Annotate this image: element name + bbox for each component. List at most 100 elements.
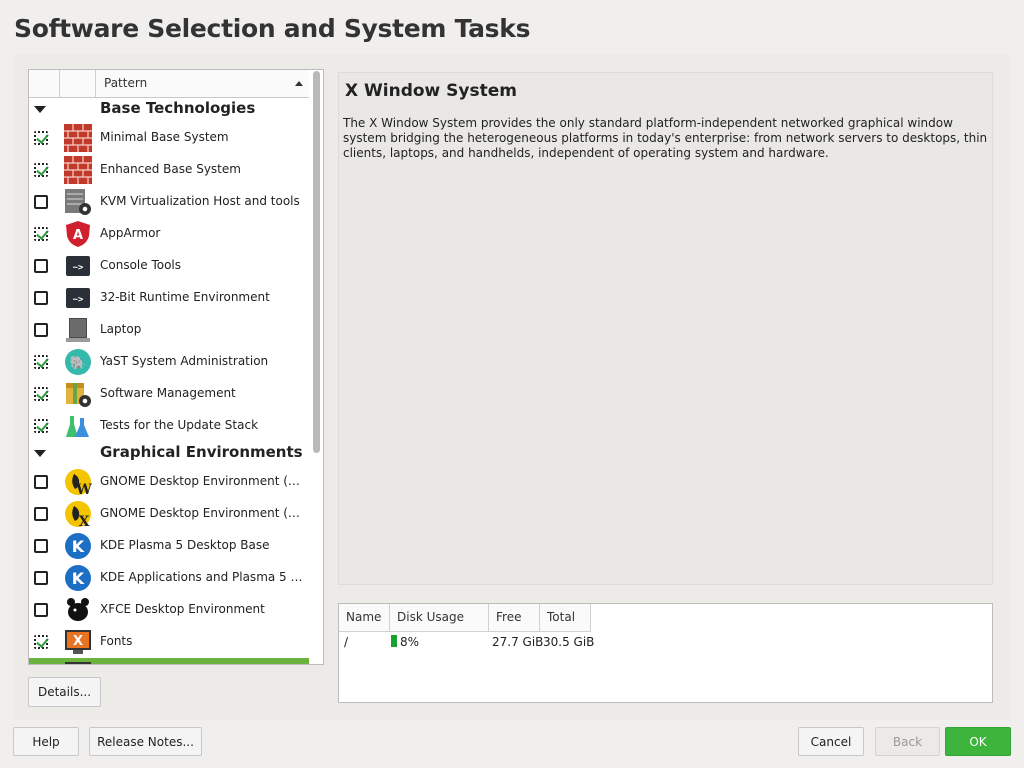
- pattern-label: GNOME Desktop Environment (Wayland): [100, 474, 306, 488]
- pattern-column-header[interactable]: Pattern: [96, 70, 309, 97]
- pattern-checkbox[interactable]: [34, 291, 48, 305]
- pattern-rows: Base Technologies Minimal Base System Enha…: [29, 98, 309, 664]
- release-notes-button[interactable]: Release Notes...: [89, 727, 202, 756]
- svg-text:W: W: [75, 482, 92, 496]
- flasks-icon: [64, 412, 92, 440]
- pattern-row-minimal-base-system[interactable]: Minimal Base System: [29, 122, 309, 154]
- pattern-row-fonts[interactable]: X Fonts: [29, 626, 309, 658]
- pattern-row-yast-system-administration[interactable]: 🐘 YaST System Administration: [29, 346, 309, 378]
- svg-text:A: A: [73, 228, 83, 243]
- pattern-checkbox[interactable]: [34, 419, 48, 433]
- pattern-row-gnome-desktop-environment-x11[interactable]: X GNOME Desktop Environment (X11): [29, 498, 309, 530]
- terminal-icon: ~>: [64, 252, 92, 280]
- help-button[interactable]: Help: [13, 727, 79, 756]
- xfce-mouse-icon: [64, 596, 92, 624]
- pattern-row-kde-plasma-5-desktop-base[interactable]: K KDE Plasma 5 Desktop Base: [29, 530, 309, 562]
- pattern-column-label: Pattern: [104, 76, 148, 90]
- kde-icon: K: [64, 532, 92, 560]
- scrollbar-thumb[interactable]: [313, 71, 320, 453]
- page-title: Software Selection and System Tasks: [14, 14, 531, 43]
- disk-usage-bar: [391, 635, 397, 647]
- kde-icon: K: [64, 564, 92, 592]
- collapse-arrow-icon[interactable]: [34, 450, 46, 457]
- pattern-row-software-management[interactable]: Software Management: [29, 378, 309, 410]
- pattern-row-x-window-system[interactable]: XX Window System: [29, 658, 309, 664]
- brick-wall-icon: [64, 156, 92, 184]
- terminal-icon: ~>: [64, 284, 92, 312]
- pattern-checkbox[interactable]: [34, 259, 48, 273]
- description-text: The X Window System provides the only st…: [343, 116, 988, 160]
- pattern-label: Tests for the Update Stack: [100, 418, 259, 432]
- pattern-label: AppArmor: [100, 226, 161, 240]
- pattern-label: KVM Virtualization Host and tools: [100, 194, 300, 208]
- fonts-monitor-icon: X: [64, 628, 92, 656]
- pattern-row-kvm-virtualization-host-and-tools[interactable]: KVM Virtualization Host and tools: [29, 186, 309, 218]
- pattern-label: Fonts: [100, 634, 133, 648]
- group-graphical-environments[interactable]: Graphical Environments: [29, 442, 309, 466]
- ok-button[interactable]: OK: [945, 727, 1011, 756]
- icon-column-header[interactable]: [60, 70, 96, 97]
- pattern-checkbox[interactable]: [34, 571, 48, 585]
- pattern-checkbox[interactable]: [34, 131, 48, 145]
- list-header: Pattern: [29, 70, 309, 98]
- pattern-row-32-bit-runtime-environment[interactable]: ~> 32-Bit Runtime Environment: [29, 282, 309, 314]
- pattern-checkbox[interactable]: [34, 475, 48, 489]
- checkbox-column-header[interactable]: [29, 70, 60, 97]
- collapse-arrow-icon[interactable]: [34, 106, 46, 113]
- disk-row-name: /: [344, 635, 349, 649]
- group-label: Graphical Environments: [100, 443, 303, 461]
- pattern-checkbox[interactable]: [34, 539, 48, 553]
- pattern-row-tests-for-the-update-stack[interactable]: Tests for the Update Stack: [29, 410, 309, 442]
- group-label: Base Technologies: [100, 99, 256, 117]
- pattern-checkbox[interactable]: [34, 227, 48, 241]
- pattern-label: YaST System Administration: [100, 354, 269, 368]
- svg-text:K: K: [72, 537, 85, 556]
- pattern-checkbox[interactable]: [34, 635, 48, 649]
- disk-header-total[interactable]: Total: [540, 604, 591, 632]
- group-base-technologies[interactable]: Base Technologies: [29, 98, 309, 122]
- brick-wall-icon: [64, 124, 92, 152]
- disk-row-total: 30.5 GiB: [543, 635, 595, 649]
- x-window-icon: X: [64, 660, 92, 664]
- pattern-row-gnome-desktop-environment-wayland[interactable]: W GNOME Desktop Environment (Wayland): [29, 466, 309, 498]
- pattern-row-kde-applications-and-plasma-5-desktop[interactable]: K KDE Applications and Plasma 5 Desktop: [29, 562, 309, 594]
- pattern-checkbox[interactable]: [34, 355, 48, 369]
- details-button[interactable]: Details...: [28, 677, 101, 707]
- pattern-row-laptop[interactable]: Laptop: [29, 314, 309, 346]
- svg-text:X: X: [73, 634, 83, 649]
- cancel-button[interactable]: Cancel: [798, 727, 864, 756]
- pattern-checkbox[interactable]: [34, 387, 48, 401]
- pattern-label: KDE Applications and Plasma 5 Desktop: [100, 570, 306, 584]
- pattern-label: GNOME Desktop Environment (X11): [100, 506, 306, 520]
- yast-icon: 🐘: [64, 348, 92, 376]
- pattern-row-console-tools[interactable]: ~> Console Tools: [29, 250, 309, 282]
- description-title: X Window System: [345, 81, 517, 101]
- pattern-checkbox[interactable]: [34, 507, 48, 521]
- pattern-checkbox[interactable]: [34, 323, 48, 337]
- pattern-label: Laptop: [100, 322, 142, 336]
- pattern-checkbox[interactable]: [34, 603, 48, 617]
- pattern-row-xfce-desktop-environment[interactable]: XFCE Desktop Environment: [29, 594, 309, 626]
- pattern-label: XFCE Desktop Environment: [100, 602, 265, 616]
- pattern-checkbox[interactable]: [34, 195, 48, 209]
- pattern-checkbox[interactable]: [34, 163, 48, 177]
- back-button: Back: [875, 727, 940, 756]
- gnome-wayland-icon: W: [64, 468, 92, 498]
- pattern-row-enhanced-base-system[interactable]: Enhanced Base System: [29, 154, 309, 186]
- sort-ascending-icon: [295, 81, 303, 86]
- disk-header-free[interactable]: Free: [489, 604, 540, 632]
- pattern-list-scrollbar[interactable]: [312, 69, 322, 665]
- description-panel: X Window System The X Window System prov…: [338, 72, 993, 585]
- disk-header-name[interactable]: Name: [339, 604, 390, 632]
- gnome-x11-icon: X: [64, 500, 92, 530]
- disk-header-usage[interactable]: Disk Usage: [390, 604, 489, 632]
- svg-text:~>: ~>: [73, 295, 84, 305]
- pattern-row-apparmor[interactable]: A AppArmor: [29, 218, 309, 250]
- svg-text:🐘: 🐘: [70, 355, 86, 371]
- package-gear-icon: [64, 380, 92, 408]
- pattern-label: Enhanced Base System: [100, 162, 241, 176]
- svg-text:~>: ~>: [73, 263, 84, 273]
- pattern-label: KDE Plasma 5 Desktop Base: [100, 538, 270, 552]
- disk-row-free: 27.7 GiB: [492, 635, 544, 649]
- pattern-list[interactable]: Pattern Base Technologies Minimal Base Sy…: [28, 69, 324, 665]
